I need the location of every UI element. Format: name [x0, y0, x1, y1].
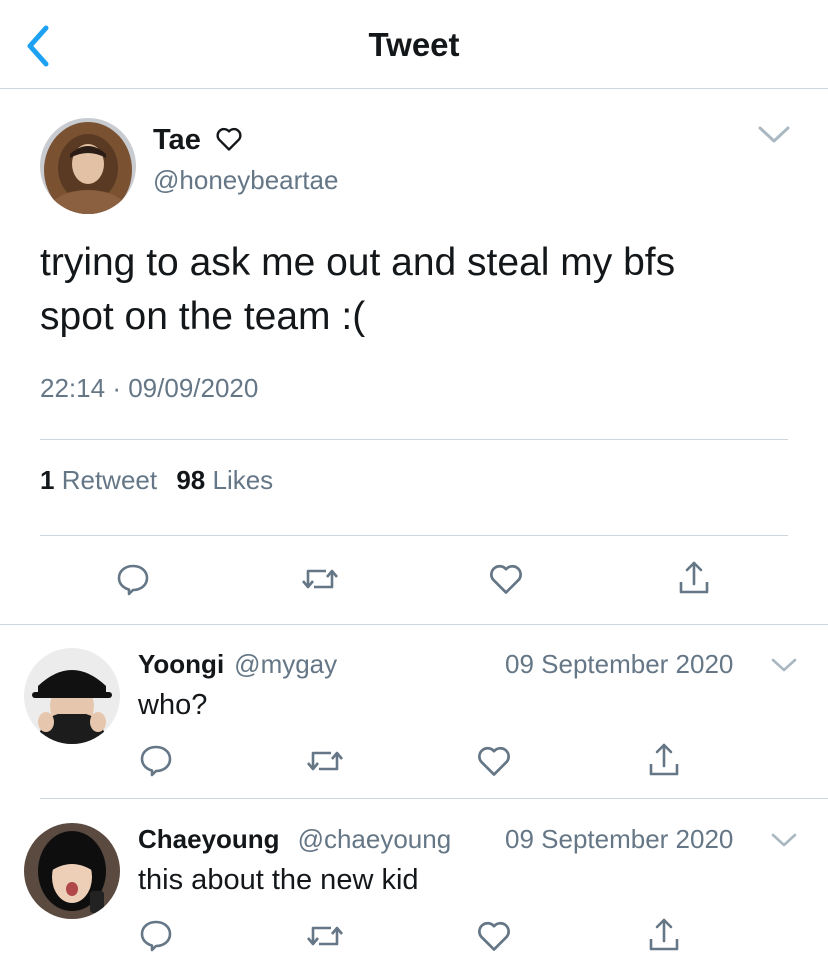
retweet-icon[interactable] — [305, 918, 345, 954]
like-icon[interactable] — [476, 744, 512, 778]
share-icon[interactable] — [646, 740, 682, 780]
reply-date: 09 September 2020 — [505, 649, 734, 679]
tae-avatar[interactable] — [40, 118, 136, 214]
reply-text: this about the new kid — [138, 864, 419, 896]
timestamp-separator: · — [112, 373, 121, 403]
chevron-down-icon[interactable] — [770, 656, 798, 674]
divider — [40, 439, 788, 440]
tweet-text-line: spot on the team :( — [40, 295, 366, 338]
tweet-text: trying to ask me out and steal my bfs sp… — [40, 236, 800, 344]
chevron-down-icon[interactable] — [770, 831, 798, 849]
chevron-down-icon[interactable] — [756, 122, 792, 146]
author-name-row: Tae — [153, 124, 243, 157]
reply-icon[interactable] — [138, 742, 174, 778]
divider — [0, 624, 828, 625]
reply-author-handle[interactable]: @mygay — [234, 649, 337, 679]
tweet-date: 09/09/2020 — [128, 373, 259, 403]
retweet-count: 1 — [40, 465, 55, 495]
likes-label: Likes — [212, 465, 274, 495]
share-icon[interactable] — [676, 558, 712, 598]
like-icon[interactable] — [488, 562, 524, 596]
retweet-label: Retweet — [61, 465, 158, 495]
reply-header: Yoongi @mygay — [138, 649, 337, 680]
like-count: 98 — [176, 465, 206, 495]
reply-date: 09 September 2020 — [505, 824, 734, 854]
tweet-time: 22:14 — [40, 373, 106, 403]
yoongi-avatar[interactable] — [24, 648, 120, 744]
reply-author-name[interactable]: Chaeyoung — [138, 824, 280, 854]
divider — [40, 535, 788, 536]
author-name[interactable]: Tae — [153, 124, 201, 156]
divider — [40, 798, 828, 799]
reply-author-name[interactable]: Yoongi — [138, 649, 224, 679]
retweet-icon[interactable] — [305, 743, 345, 779]
retweets-stat[interactable]: 1 Retweet — [40, 465, 157, 495]
reply-author-handle[interactable]: @chaeyoung — [298, 824, 452, 854]
reply-icon[interactable] — [115, 561, 151, 597]
like-icon[interactable] — [476, 919, 512, 953]
retweet-icon[interactable] — [300, 561, 340, 597]
tweet-text-line: trying to ask me out and steal my bfs — [40, 241, 676, 284]
reply-header: Chaeyoung @chaeyoung — [138, 824, 451, 855]
heart-outline-icon — [215, 126, 243, 152]
tweet-stats: 1 Retweet 98 Likes — [40, 465, 273, 496]
likes-stat[interactable]: 98 Likes — [176, 465, 273, 495]
reply-icon[interactable] — [138, 917, 174, 953]
author-handle[interactable]: @honeybeartae — [153, 165, 338, 196]
nav-divider — [0, 88, 828, 89]
chaeyoung-avatar[interactable] — [24, 823, 120, 919]
tweet-timestamp: 22:14 · 09/09/2020 — [40, 373, 258, 404]
share-icon[interactable] — [646, 915, 682, 955]
reply-text: who? — [138, 689, 208, 721]
page-title: Tweet — [368, 26, 460, 63]
